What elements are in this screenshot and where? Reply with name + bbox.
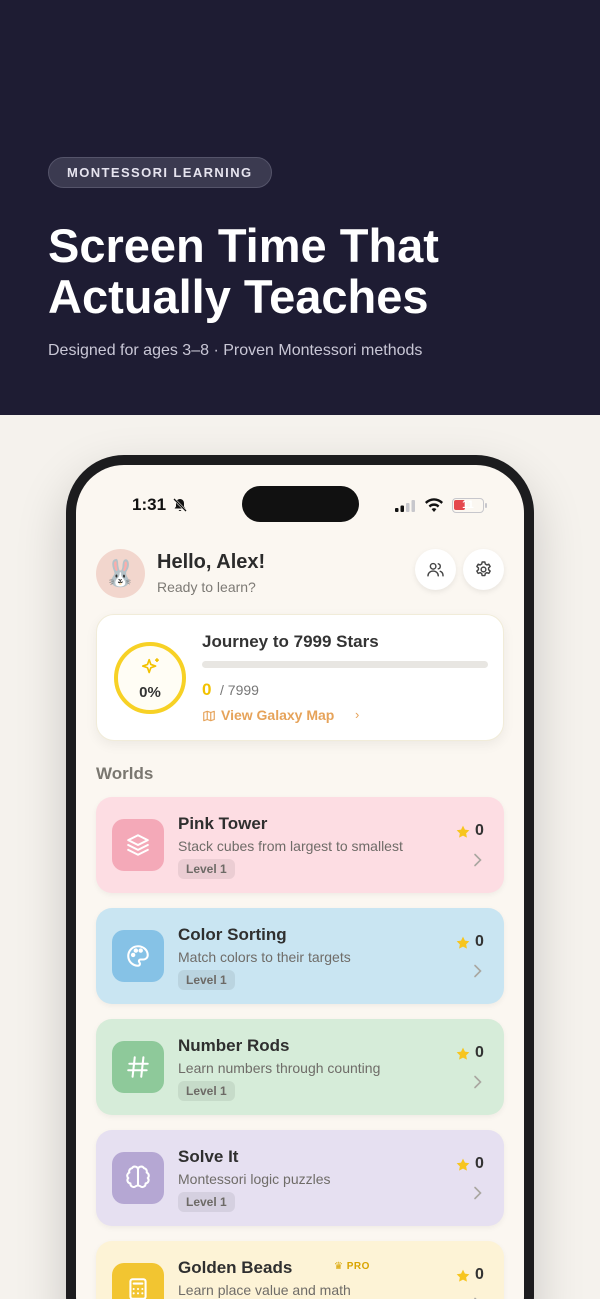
hash-icon xyxy=(127,1056,149,1078)
phone-frame: 1:31 11 🐰 Hello, Alex! Ready to learn? 0… xyxy=(66,455,534,1299)
world-card-golden-beads[interactable]: Golden Beads ♛ PRO Learn place value and m… xyxy=(96,1241,504,1299)
star-icon xyxy=(456,1047,470,1060)
world-stars: 0 xyxy=(475,1044,484,1061)
world-stars: 0 xyxy=(475,1266,484,1283)
world-level-badge: Level 1 xyxy=(178,1192,235,1212)
stars-earned: 0 xyxy=(202,680,212,699)
greeting-title: Hello, Alex! xyxy=(157,551,266,573)
world-stars: 0 xyxy=(475,933,484,950)
chevron-right-icon xyxy=(474,964,482,978)
star-icon xyxy=(456,936,470,949)
world-stars: 0 xyxy=(475,1155,484,1172)
greeting-subtitle: Ready to learn? xyxy=(157,579,256,595)
world-title: Golden Beads xyxy=(178,1258,293,1277)
chevron-right-icon xyxy=(474,1075,482,1089)
world-title: Solve It xyxy=(178,1147,239,1166)
sparkle-icon xyxy=(141,658,159,674)
settings-button[interactable] xyxy=(463,549,504,590)
star-icon xyxy=(456,1269,470,1282)
world-level-badge: Level 1 xyxy=(178,970,235,990)
avatar[interactable]: 🐰 xyxy=(96,549,145,598)
pro-badge: ♛ PRO xyxy=(334,1261,370,1272)
palette-icon xyxy=(127,945,149,967)
world-card-color-sorting[interactable]: Color Sorting Match colors to their targe… xyxy=(96,908,504,1004)
world-icon-tile xyxy=(112,1041,164,1093)
world-title: Pink Tower xyxy=(178,814,268,833)
world-description: Learn numbers through counting xyxy=(178,1060,381,1076)
progress-ring: 0% xyxy=(114,642,186,714)
world-level-badge: Level 1 xyxy=(178,1081,235,1101)
parents-button[interactable] xyxy=(415,549,456,590)
world-description: Montessori logic puzzles xyxy=(178,1171,331,1187)
world-card-solve-it[interactable]: Solve It Montessori logic puzzles Level 1 0 xyxy=(96,1130,504,1226)
world-card-pink-tower[interactable]: Pink Tower Stack cubes from largest to sm… xyxy=(96,797,504,893)
wifi-icon xyxy=(425,498,443,512)
world-stars: 0 xyxy=(475,822,484,839)
chevron-right-icon: › xyxy=(355,707,360,722)
chevron-right-icon xyxy=(474,853,482,867)
status-time: 1:31 xyxy=(132,495,167,514)
phone-screen: 1:31 11 🐰 Hello, Alex! Ready to learn? 0… xyxy=(76,465,524,1299)
bell-slash-icon xyxy=(173,498,187,512)
users-icon xyxy=(427,562,444,577)
category-badge: MONTESSORI LEARNING xyxy=(48,157,272,188)
world-description: Learn place value and math xyxy=(178,1282,351,1298)
worlds-heading: Worlds xyxy=(96,764,154,783)
world-description: Match colors to their targets xyxy=(178,949,351,965)
hero-banner: MONTESSORI LEARNING Screen Time That Act… xyxy=(0,0,600,415)
dynamic-island xyxy=(242,486,359,522)
world-icon-tile xyxy=(112,1152,164,1204)
signal-icon xyxy=(395,500,415,512)
crown-icon: ♛ xyxy=(334,1261,344,1272)
star-icon xyxy=(456,1158,470,1171)
world-level-badge: Level 1 xyxy=(178,859,235,879)
view-galaxy-map-link[interactable]: View Galaxy Map xyxy=(221,707,334,723)
star-icon xyxy=(456,825,470,838)
world-description: Stack cubes from largest to smallest xyxy=(178,838,403,854)
world-icon-tile xyxy=(112,819,164,871)
journey-card[interactable]: 0% Journey to 7999 Stars 0 / 7999 View G… xyxy=(96,614,504,741)
calculator-icon xyxy=(129,1278,147,1299)
world-icon-tile xyxy=(112,1263,164,1299)
map-icon xyxy=(203,710,215,722)
progress-percent: 0% xyxy=(139,684,161,701)
battery-icon: 11 xyxy=(452,498,484,513)
hero-title: Screen Time That Actually Teaches xyxy=(48,219,439,323)
journey-title: Journey to 7999 Stars xyxy=(202,632,379,651)
layers-icon xyxy=(127,834,149,856)
journey-progress-bar xyxy=(202,661,488,668)
stars-total: / 7999 xyxy=(220,682,259,698)
hero-subtitle: Designed for ages 3–8 · Proven Montessor… xyxy=(48,342,423,359)
settings-icon xyxy=(476,561,491,577)
chevron-right-icon xyxy=(474,1186,482,1200)
world-title: Color Sorting xyxy=(178,925,287,944)
world-icon-tile xyxy=(112,930,164,982)
world-title: Number Rods xyxy=(178,1036,290,1055)
brain-icon xyxy=(126,1165,150,1188)
world-card-number-rods[interactable]: Number Rods Learn numbers through countin… xyxy=(96,1019,504,1115)
